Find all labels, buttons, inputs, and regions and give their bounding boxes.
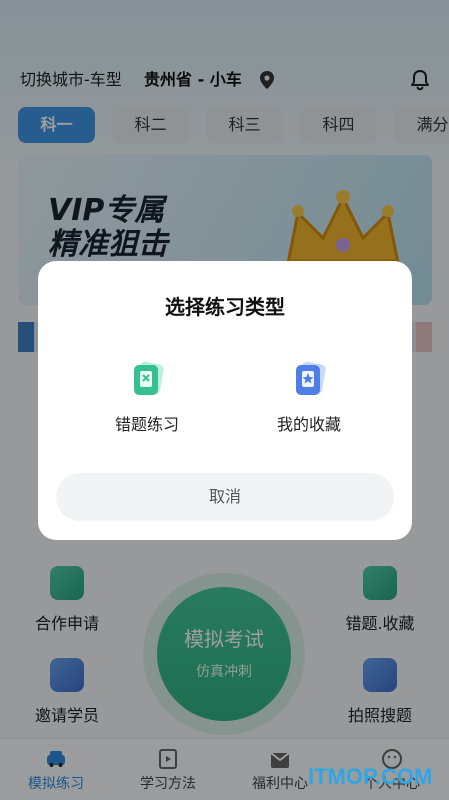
dialog-title: 选择练习类型 [165, 295, 285, 319]
favorites-label: 我的收藏 [276, 415, 341, 434]
app-screen: 切换城市-车型 贵州省 - 小车 科一 科二 科三 科四 满分 VIP专属 精准… [0, 0, 449, 800]
star-card-icon [296, 361, 326, 395]
mistakes-practice-label: 错题练习 [114, 415, 179, 434]
favorites-option[interactable]: 我的收藏 [244, 359, 374, 439]
mistakes-practice-option[interactable]: 错题练习 [82, 359, 212, 439]
mistake-card-icon [134, 361, 164, 395]
watermark: ITMOP.COM [308, 764, 433, 789]
cancel-button[interactable]: 取消 [56, 473, 394, 521]
practice-type-dialog: 选择练习类型 错题练习 我的收藏 取消 [38, 261, 412, 540]
